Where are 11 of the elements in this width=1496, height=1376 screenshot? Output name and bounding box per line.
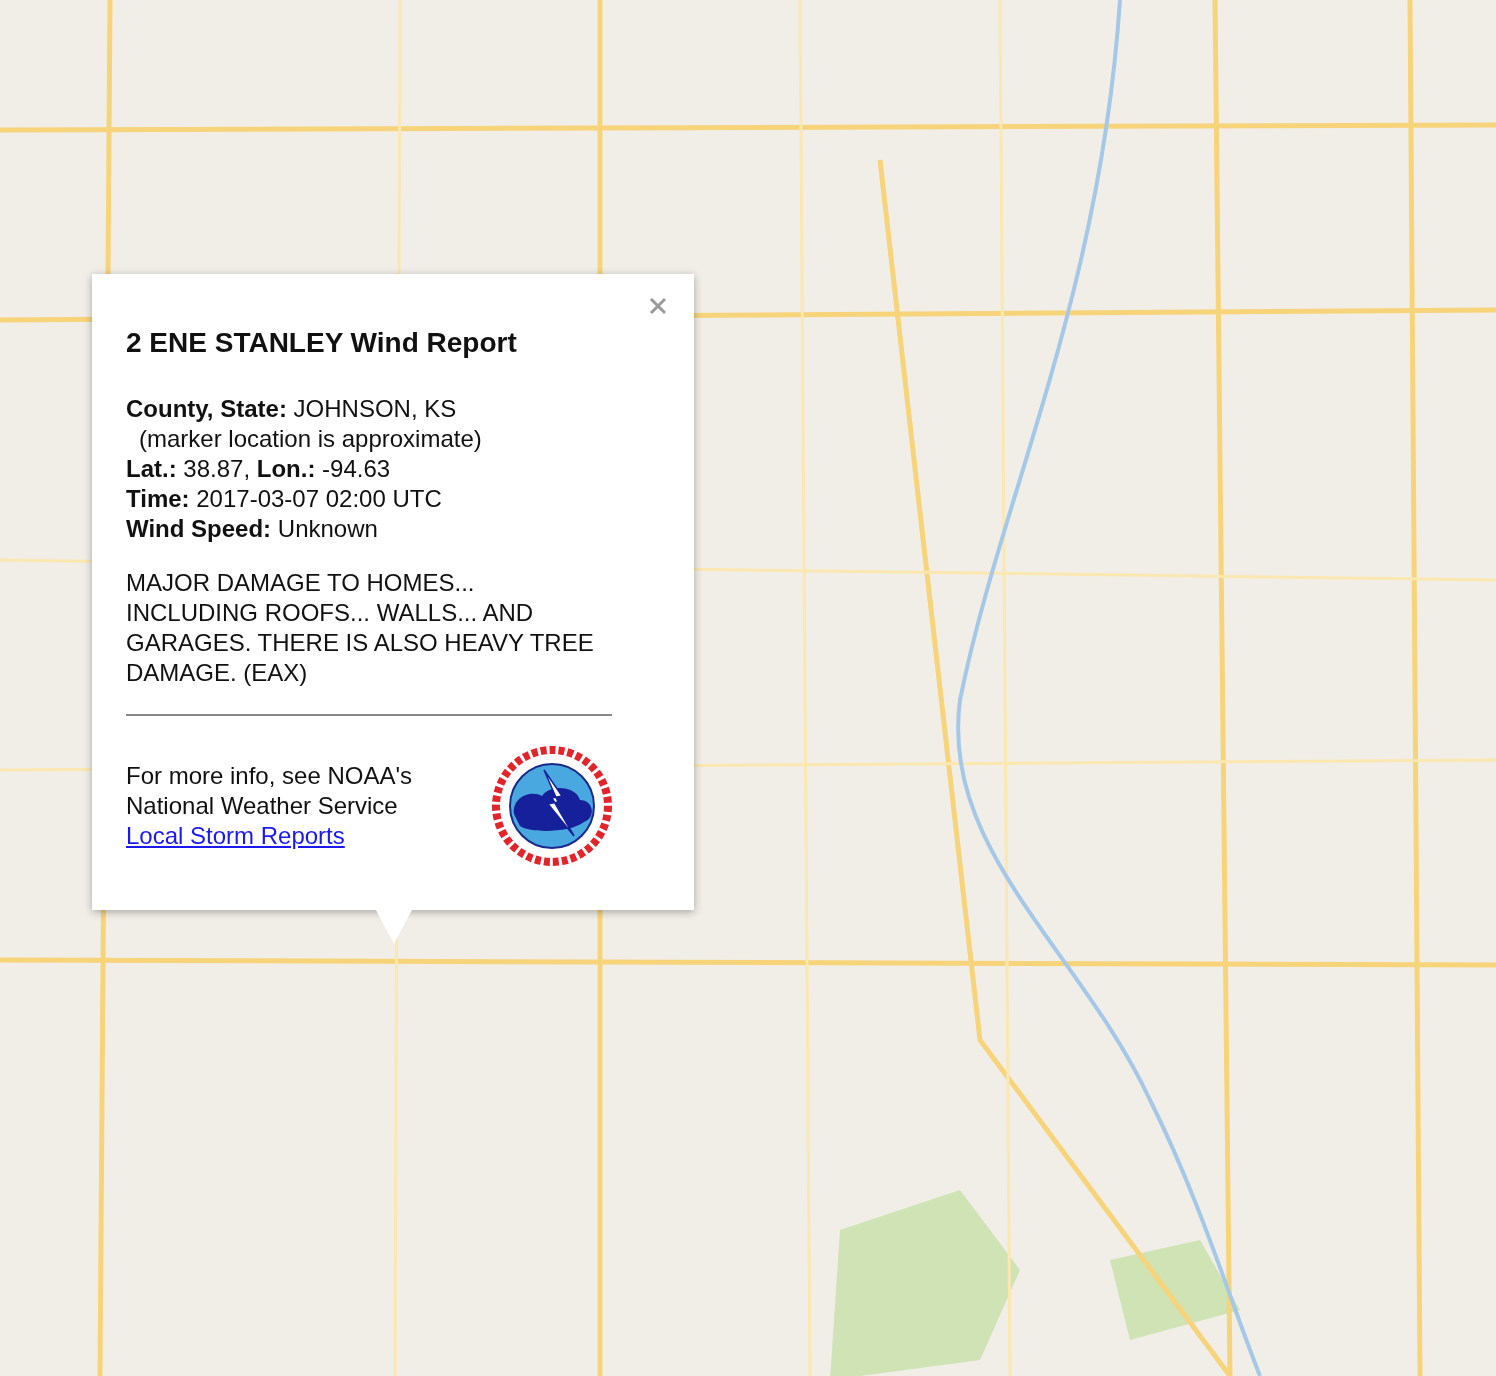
detail-text: (marker location is approximate)	[138, 424, 483, 454]
storm-reports-link[interactable]: Local Storm Reports	[126, 822, 345, 849]
weather-service-logo-icon	[492, 746, 612, 866]
detail-text: Time: 2017-03-07 02:00 UTC	[126, 484, 443, 514]
detail-text: County, State: JOHNSON, KS	[126, 394, 458, 424]
more-info-text: For more info, see NOAA's National Weather Service Local Storm Reports	[126, 761, 413, 851]
popup-title: 2 ENE STANLEY Wind Report	[126, 326, 518, 360]
remarks-text: MAJOR DAMAGE TO HOMES... INCLUDING ROOFS... WALLS... AND GARAGES. THERE IS ALSO HEAVY TREE DAMAGE. (EAX)	[126, 568, 595, 688]
close-icon[interactable]	[648, 296, 668, 316]
detail-text: Wind Speed: Unknown	[126, 514, 379, 544]
detail-text: Lat.: 38.87, Lon.: -94.63	[126, 454, 392, 484]
